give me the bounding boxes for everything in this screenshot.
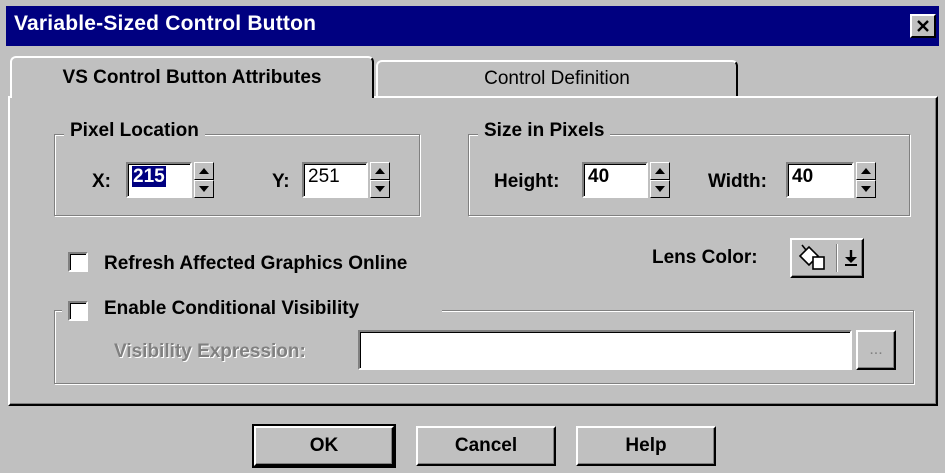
up-arrow-icon: [861, 168, 871, 174]
help-label: Help: [625, 435, 667, 456]
height-input[interactable]: 40: [582, 162, 648, 198]
close-icon: [917, 20, 929, 32]
visibility-expression-label: Visibility Expression:: [114, 341, 306, 362]
tab-label: Control Definition: [484, 68, 630, 89]
ok-label: OK: [309, 435, 339, 456]
y-input[interactable]: 251: [302, 162, 368, 198]
ellipsis-label: ...: [869, 341, 883, 358]
up-arrow-icon: [199, 168, 209, 174]
dropdown-arrow-icon: [845, 250, 857, 266]
down-arrow-icon: [375, 186, 385, 192]
height-increment-button[interactable]: [650, 162, 670, 180]
y-value: 251: [308, 166, 340, 187]
browse-expression-button[interactable]: ...: [856, 330, 896, 370]
tab-vs-control-button-attributes[interactable]: VS Control Button Attributes: [10, 56, 374, 98]
width-decrement-button[interactable]: [856, 180, 876, 198]
tab-panel: Pixel Location X: 215 Y: 251 Size in Pix…: [8, 96, 938, 406]
height-decrement-button[interactable]: [650, 180, 670, 198]
ok-button[interactable]: OK: [252, 424, 396, 468]
up-arrow-icon: [655, 168, 665, 174]
y-label: Y:: [272, 171, 290, 192]
height-value: 40: [588, 166, 610, 187]
x-label: X:: [92, 171, 111, 192]
x-stepper[interactable]: [194, 162, 214, 198]
conditional-visibility-checkbox[interactable]: [68, 301, 88, 321]
down-arrow-icon: [199, 186, 209, 192]
close-button[interactable]: [910, 14, 936, 38]
width-input[interactable]: 40: [786, 162, 854, 198]
size-in-pixels-legend: Size in Pixels: [478, 120, 611, 142]
dialog-window: Variable-Sized Control Button VS Control…: [0, 0, 945, 473]
width-increment-button[interactable]: [856, 162, 876, 180]
lens-color-picker[interactable]: [790, 238, 864, 278]
title-bar[interactable]: Variable-Sized Control Button: [6, 6, 939, 46]
visibility-expression-input[interactable]: [358, 330, 852, 370]
x-value: 215: [132, 166, 166, 187]
y-increment-button[interactable]: [370, 162, 390, 180]
tab-label: VS Control Button Attributes: [62, 67, 322, 88]
tab-control-definition[interactable]: Control Definition: [376, 60, 738, 96]
refresh-label[interactable]: Refresh Affected Graphics Online: [104, 253, 407, 275]
width-stepper[interactable]: [856, 162, 876, 198]
down-arrow-icon: [861, 186, 871, 192]
cancel-label: Cancel: [454, 435, 518, 456]
conditional-visibility-label[interactable]: Enable Conditional Visibility: [104, 298, 359, 320]
paint-bucket-icon: [798, 244, 825, 270]
width-label: Width:: [708, 171, 767, 192]
cancel-button[interactable]: Cancel: [416, 426, 556, 466]
up-arrow-icon: [375, 168, 385, 174]
pixel-location-legend: Pixel Location: [64, 120, 205, 142]
down-arrow-icon: [655, 186, 665, 192]
lens-color-divider: [836, 244, 838, 272]
height-label: Height:: [494, 171, 560, 192]
window-title: Variable-Sized Control Button: [14, 12, 317, 35]
width-value: 40: [792, 166, 814, 187]
x-decrement-button[interactable]: [194, 180, 214, 198]
x-increment-button[interactable]: [194, 162, 214, 180]
y-decrement-button[interactable]: [370, 180, 390, 198]
refresh-checkbox[interactable]: [68, 252, 88, 272]
x-input[interactable]: 215: [126, 162, 192, 198]
height-stepper[interactable]: [650, 162, 670, 198]
lens-color-label: Lens Color:: [652, 247, 758, 268]
help-button[interactable]: Help: [576, 426, 716, 466]
y-stepper[interactable]: [370, 162, 390, 198]
